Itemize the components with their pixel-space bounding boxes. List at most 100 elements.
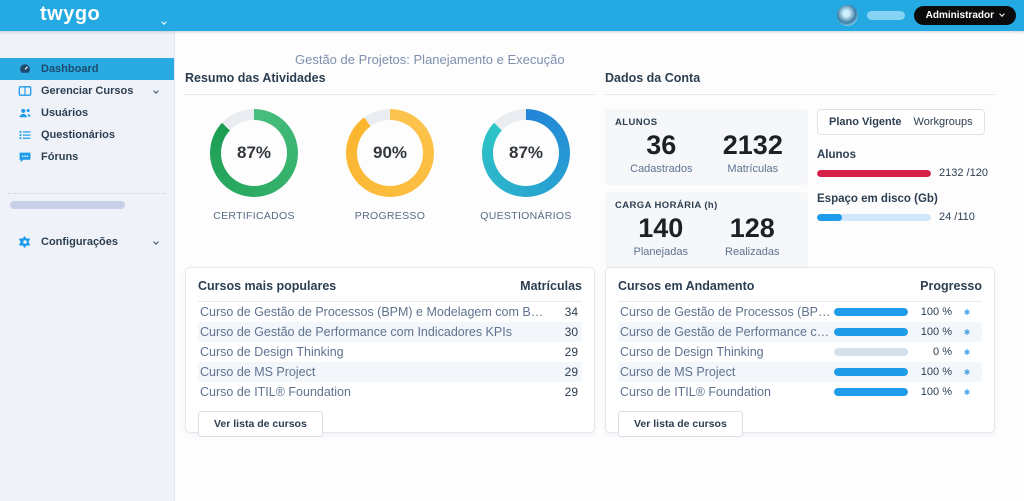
course-name: Curso de ITIL® Foundation <box>198 385 544 399</box>
plan-tabs: Plano Vigente Workgroups <box>817 109 985 135</box>
popular-heading: Cursos mais populares <box>198 279 336 293</box>
stat-group-title: CARGA HORÁRIA (h) <box>615 200 798 211</box>
donut-value: 87% <box>509 143 543 163</box>
popular-column-header: Matrículas <box>520 279 582 293</box>
sidebar-item-label: Gerenciar Cursos <box>41 85 133 97</box>
table-row[interactable]: Curso de ITIL® Foundation 100 % ✱ <box>618 382 982 402</box>
ongoing-courses-card: Cursos em Andamento Progresso Curso de G… <box>605 267 995 433</box>
course-progress-value: 100 % <box>910 366 952 378</box>
sidebar-item-label: Fóruns <box>41 151 78 163</box>
popular-courses-card: Cursos mais populares Matrículas Curso d… <box>185 267 595 433</box>
gear-icon <box>18 235 32 249</box>
donut-label: QUESTIONÁRIOS <box>480 210 571 222</box>
asterisk-icon: ✱ <box>952 308 982 317</box>
course-name: Curso de Design Thinking <box>198 345 544 359</box>
asterisk-icon: ✱ <box>952 368 982 377</box>
stat-value: 128 <box>725 213 779 244</box>
disco-usage-text: 24 /110 <box>939 211 995 223</box>
table-row[interactable]: Curso de MS Project 29 <box>198 362 582 382</box>
alunos-usage-text: 2132 /120 <box>939 167 995 179</box>
course-progress-value: 0 % <box>910 346 952 358</box>
twygo-logo: twygo <box>40 3 100 26</box>
courses-icon <box>18 84 32 98</box>
table-row[interactable]: Curso de Design Thinking 0 % ✱ <box>618 342 982 362</box>
ver-lista-cursos-button[interactable]: Ver lista de cursos <box>618 411 743 437</box>
asterisk-icon: ✱ <box>952 348 982 357</box>
tab-workgroups[interactable]: Workgroups <box>914 116 973 128</box>
alunos-progressbar <box>817 170 931 177</box>
asterisk-icon: ✱ <box>952 328 982 337</box>
sidebar-item-label: Configurações <box>41 236 118 248</box>
dashboard-icon <box>18 62 32 76</box>
tab-plano-vigente[interactable]: Plano Vigente <box>829 116 902 128</box>
meter-label-alunos: Alunos <box>817 149 995 161</box>
sidebar-item-dashboard[interactable]: Dashboard <box>0 58 174 80</box>
admin-menu-label: Administrador <box>926 10 994 21</box>
asterisk-icon: ✱ <box>952 388 982 397</box>
user-name-placeholder <box>867 11 905 20</box>
top-bar: twygo Administrador <box>0 0 1024 31</box>
admin-menu-button[interactable]: Administrador <box>914 6 1016 25</box>
course-progressbar <box>834 308 908 316</box>
course-progress-value: 100 % <box>910 386 952 398</box>
ongoing-rows: Curso de Gestão de Processos (BPM) e... … <box>618 302 982 402</box>
course-enrollments: 29 <box>544 345 582 359</box>
sidebar-item-configuracoes[interactable]: Configurações <box>0 231 174 253</box>
table-row[interactable]: Curso de Gestão de Performance com... 10… <box>618 322 982 342</box>
table-row[interactable]: Curso de Gestão de Performance com Indic… <box>198 322 582 342</box>
ver-lista-cursos-button[interactable]: Ver lista de cursos <box>198 411 323 437</box>
donut-value: 87% <box>237 143 271 163</box>
course-progressbar <box>834 348 908 356</box>
course-enrollments: 34 <box>544 305 582 319</box>
stat-label: Planejadas <box>634 246 688 258</box>
sidebar-item-gerenciar-cursos[interactable]: Gerenciar Cursos <box>0 80 174 102</box>
course-name: Curso de ITIL® Foundation <box>618 385 832 399</box>
chevron-down-icon <box>153 239 159 245</box>
course-name: Curso de Gestão de Performance com... <box>618 325 832 339</box>
course-name: Curso de Gestão de Processos (BPM) e Mod… <box>198 305 544 319</box>
course-progress-value: 100 % <box>910 306 952 318</box>
sidebar-placeholder <box>10 201 125 209</box>
activities-heading: Resumo das Atividades <box>185 71 595 95</box>
stat-value: 36 <box>630 130 692 161</box>
course-progress-value: 100 % <box>910 326 952 338</box>
course-name: Curso de Design Thinking <box>618 345 832 359</box>
course-enrollments: 30 <box>544 325 582 339</box>
activities-section: Resumo das Atividades 87% CERTIFICADOS 9… <box>185 71 595 222</box>
stat-value: 2132 <box>723 130 783 161</box>
course-name: Curso de MS Project <box>618 365 832 379</box>
popular-rows: Curso de Gestão de Processos (BPM) e Mod… <box>198 302 582 402</box>
donut-chart: 90% <box>346 109 434 197</box>
table-row[interactable]: Curso de Gestão de Processos (BPM) e Mod… <box>198 302 582 322</box>
course-name: Curso de MS Project <box>198 365 544 379</box>
table-row[interactable]: Curso de Design Thinking 29 <box>198 342 582 362</box>
course-progressbar <box>834 388 908 396</box>
org-switcher-chevron-icon[interactable] <box>162 11 166 29</box>
table-row[interactable]: Curso de MS Project 100 % ✱ <box>618 362 982 382</box>
chevron-down-icon <box>153 88 159 94</box>
table-row[interactable]: Curso de ITIL® Foundation 29 <box>198 382 582 402</box>
donut-chart: 87% <box>482 109 570 197</box>
sidebar-item-usuarios[interactable]: Usuários <box>0 102 174 124</box>
users-icon <box>18 106 32 120</box>
course-progressbar <box>834 328 908 336</box>
meter-label-disco: Espaço em disco (Gb) <box>817 193 995 205</box>
stat-group-alunos: ALUNOS 36 Cadastrados 2132 Matrículas <box>605 109 808 185</box>
sidebar-item-questionarios[interactable]: Questionários <box>0 124 174 146</box>
donut-progresso: 90% PROGRESSO <box>335 109 445 222</box>
donut-questionarios: 87% QUESTIONÁRIOS <box>471 109 581 222</box>
disco-progressbar <box>817 214 931 221</box>
course-enrollments: 29 <box>544 365 582 379</box>
stat-group-carga-horaria: CARGA HORÁRIA (h) 140 Planejadas 128 Rea… <box>605 192 808 268</box>
page-title: Gestão de Projetos: Planejamento e Execu… <box>295 52 565 67</box>
stat-value: 140 <box>634 213 688 244</box>
course-name: Curso de Gestão de Processos (BPM) e... <box>618 305 832 319</box>
sidebar-divider <box>8 193 166 194</box>
donut-chart: 87% <box>210 109 298 197</box>
user-avatar[interactable] <box>837 5 858 26</box>
table-row[interactable]: Curso de Gestão de Processos (BPM) e... … <box>618 302 982 322</box>
stat-label: Cadastrados <box>630 163 692 175</box>
sidebar-item-foruns[interactable]: Fóruns <box>0 146 174 168</box>
account-heading: Dados da Conta <box>605 71 995 95</box>
course-progressbar <box>834 368 908 376</box>
